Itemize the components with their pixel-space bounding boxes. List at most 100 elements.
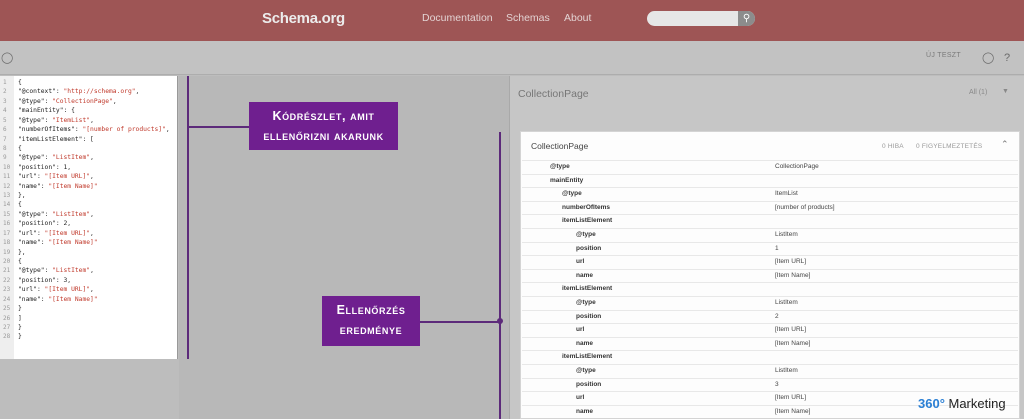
result-value: 1: [775, 244, 779, 252]
result-value: ListItem: [775, 231, 798, 238]
code-line: },: [18, 248, 26, 256]
code-line: "position": 2,: [18, 220, 72, 228]
result-value: 2: [775, 312, 779, 320]
code-line: "@type": "ListItem",: [18, 154, 94, 162]
line-number: 11: [3, 173, 11, 181]
code-line: {: [18, 79, 22, 86]
result-callout: Ellenőrzés eredménye: [322, 296, 420, 346]
line-number: 16: [3, 220, 11, 228]
code-line: "name": "[Item Name]": [18, 295, 98, 303]
nav-about[interactable]: About: [564, 12, 591, 24]
result-row: position 3: [522, 377, 1018, 392]
globe-icon: ◯: [1, 52, 14, 64]
line-number: 23: [3, 286, 11, 294]
code-line: "@type": "ItemList",: [18, 116, 94, 124]
result-value: [number of products]: [775, 203, 835, 211]
code-line: "numberOfItems": "[number of products]",: [18, 126, 170, 134]
result-row: name [Item Name]: [522, 336, 1018, 351]
line-number: 6: [3, 126, 7, 134]
code-line: "itemListElement": [: [18, 135, 94, 143]
warning-count: 0 FIGYELMEZTETÉS: [916, 143, 983, 150]
code-line: "url": "[Item URL]",: [18, 286, 94, 294]
result-property: position: [576, 312, 602, 320]
result-row: @type ListItem: [522, 228, 1018, 242]
line-number: 26: [3, 314, 11, 322]
result-callout-line-1: Ellenőrzés: [336, 303, 406, 317]
result-value: [Item Name]: [775, 271, 811, 279]
result-row: @type ListItem: [522, 364, 1018, 378]
new-test-button[interactable]: ÚJ TESZT: [926, 52, 961, 59]
chevron-up-icon[interactable]: ⌃: [1001, 139, 1009, 150]
result-bracket-line: [499, 132, 501, 419]
code-line: "mainEntity": {: [18, 107, 75, 115]
nav-schemas[interactable]: Schemas: [506, 12, 550, 24]
result-value: [Item URL]: [775, 258, 807, 266]
brand-logo: 360° Marketing: [918, 396, 1006, 411]
result-row: name [Item Name]: [522, 268, 1018, 283]
result-row: numberOfItems [number of products]: [522, 200, 1018, 215]
line-number: 25: [3, 305, 11, 313]
line-number: 10: [3, 163, 11, 171]
code-line: }: [18, 323, 22, 331]
card-title[interactable]: CollectionPage: [531, 141, 588, 151]
line-number: 21: [3, 267, 11, 275]
code-line: "@type": "ListItem",: [18, 210, 94, 218]
result-value: [Item Name]: [775, 339, 811, 347]
result-value: ListItem: [775, 299, 798, 306]
code-line: "url": "[Item URL]",: [18, 229, 94, 237]
code-line: },: [18, 192, 26, 200]
help-icon[interactable]: ?: [1004, 53, 1010, 64]
search-input[interactable]: ⚲: [647, 11, 755, 26]
result-property: numberOfItems: [562, 203, 611, 211]
line-number: 5: [3, 116, 7, 124]
result-row: itemListElement: [522, 214, 1018, 228]
site-logo[interactable]: Schema.org: [262, 10, 345, 27]
result-row: url [Item URL]: [522, 255, 1018, 269]
result-connector-dot: [497, 318, 503, 324]
code-line: "name": "[Item Name]": [18, 182, 98, 190]
code-line: }: [18, 333, 22, 341]
line-number: 2: [3, 88, 7, 96]
results-filter-dropdown[interactable]: All (1): [969, 89, 987, 96]
code-line: "@type": "ListItem",: [18, 267, 94, 275]
brand-name: Marketing: [944, 396, 1006, 411]
result-property: mainEntity: [550, 176, 584, 184]
result-value: 3: [775, 380, 779, 388]
code-line: "position": 3,: [18, 276, 72, 284]
line-number: 12: [3, 182, 11, 190]
code-line: }: [18, 305, 22, 313]
caret-down-icon[interactable]: ▼: [1002, 88, 1009, 95]
result-property: url: [576, 258, 585, 266]
code-line: ]: [18, 314, 22, 322]
globe-icon[interactable]: ◯: [982, 53, 994, 64]
result-value: ItemList: [775, 190, 798, 198]
result-property: url: [576, 394, 585, 402]
line-number: 14: [3, 201, 11, 209]
code-line: "@type": "CollectionPage",: [18, 97, 117, 105]
line-number: 4: [3, 107, 7, 115]
line-number: 24: [3, 295, 11, 303]
code-connector-line: [187, 126, 249, 128]
result-row: @type ListItem: [522, 296, 1018, 310]
search-icon[interactable]: ⚲: [738, 11, 755, 26]
result-property: @type: [576, 299, 596, 306]
nav-documentation[interactable]: Documentation: [422, 12, 493, 24]
line-number: 27: [3, 323, 11, 331]
line-number: 19: [3, 248, 11, 256]
line-number: 20: [3, 257, 11, 265]
result-property: itemListElement: [562, 353, 613, 361]
result-row: itemListElement: [522, 282, 1018, 296]
code-callout-line-2: ellenőrizni akarunk: [263, 129, 384, 143]
line-number: 1: [3, 79, 7, 86]
code-callout: Kódrészlet, amit ellenőrizni akarunk: [249, 102, 398, 150]
result-value: [Item URL]: [775, 394, 807, 402]
result-property: itemListElement: [562, 217, 613, 225]
result-property: url: [576, 326, 585, 334]
line-number: 18: [3, 239, 11, 247]
result-property: position: [576, 244, 602, 252]
result-property: name: [576, 339, 593, 347]
result-value: ListItem: [775, 367, 798, 374]
result-row: url [Item URL]: [522, 323, 1018, 337]
line-number: 17: [3, 229, 11, 237]
result-row: @type CollectionPage: [522, 160, 1018, 174]
